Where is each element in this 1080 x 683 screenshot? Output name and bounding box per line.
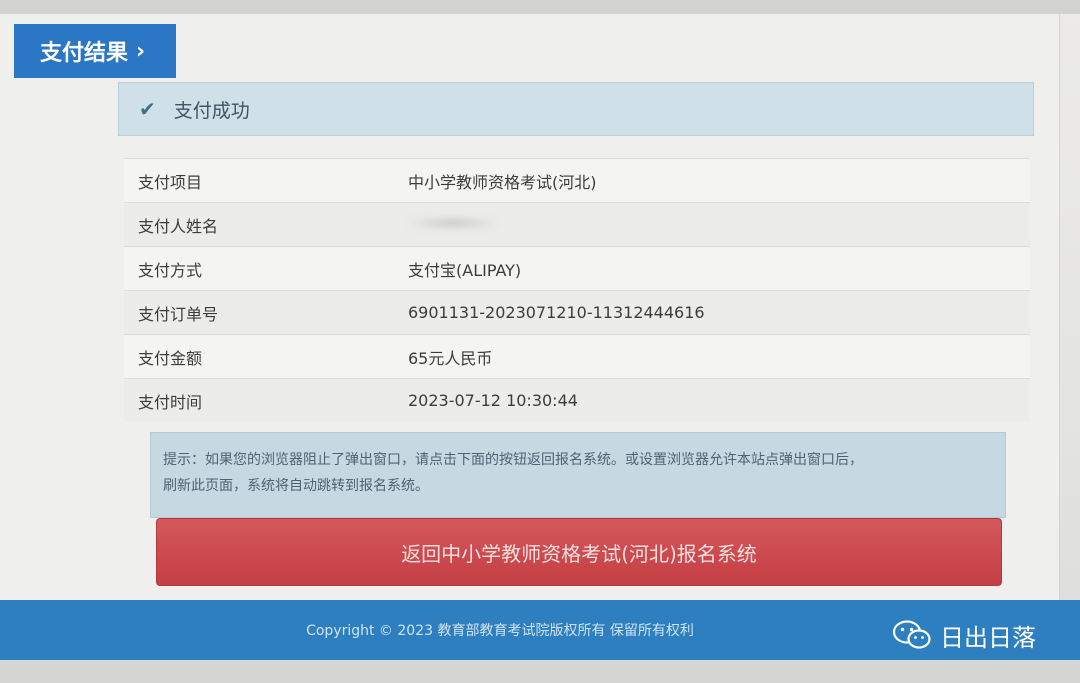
row-label: 支付时间 [138,392,203,412]
row-value: 2023-07-12 10:30:44 [408,391,578,410]
payment-details-table: 支付项目 中小学教师资格考试(河北) 支付人姓名 支付方式 支付宝(ALIPAY… [124,158,1030,422]
table-row: 支付订单号 6901131-2023071210-11312444616 [124,290,1030,334]
status-text: 支付成功 [173,99,250,122]
row-value: 中小学教师资格考试(河北) [408,172,597,192]
tip-line-2: 刷新此页面，系统将自动跳转到报名系统。 [163,478,429,494]
watermark: 日出日落 [892,615,1036,655]
row-value: 支付宝(ALIPAY) [408,260,522,280]
popup-blocked-tip: 提示：如果您的浏览器阻止了弹出窗口，请点击下面的按钮返回报名系统。或设置浏览器允… [150,432,1006,518]
check-icon: ✔ [139,97,156,121]
table-row: 支付时间 2023-07-12 10:30:44 [124,378,1030,422]
payment-result-tab: 支付结果 › [14,24,176,78]
payment-success-alert: ✔ 支付成功 [118,82,1034,136]
row-value-redacted [408,215,1030,234]
watermark-text: 日出日落 [940,623,1036,652]
table-row: 支付项目 中小学教师资格考试(河北) [124,158,1030,202]
blurred-name [408,216,498,230]
page-title: 支付结果 [40,41,129,66]
row-value: 65元人民币 [408,348,493,368]
row-label: 支付项目 [138,172,203,192]
table-row: 支付人姓名 [124,202,1030,246]
row-label: 支付人姓名 [138,216,219,236]
table-row: 支付方式 支付宝(ALIPAY) [124,246,1030,290]
bottom-strip [0,660,1080,683]
row-value: 6901131-2023071210-11312444616 [408,303,705,322]
chevron-right-icon: › [136,38,146,64]
return-to-registration-button[interactable]: 返回中小学教师资格考试(河北)报名系统 [156,518,1002,586]
row-label: 支付金额 [138,348,203,368]
row-label: 支付订单号 [138,304,219,324]
page: 支付结果 › ✔ 支付成功 支付项目 中小学教师资格考试(河北) 支付人姓名 支… [0,0,1080,683]
table-row: 支付金额 65元人民币 [124,334,1030,378]
tip-line-1: 提示：如果您的浏览器阻止了弹出窗口，请点击下面的按钮返回报名系统。或设置浏览器允… [163,452,863,468]
browser-top-strip [0,0,1080,14]
row-label: 支付方式 [138,260,203,280]
wechat-icon [892,620,931,649]
footer-copyright: Copyright © 2023 教育部教育考试院版权所有 保留所有权利 [306,623,694,639]
